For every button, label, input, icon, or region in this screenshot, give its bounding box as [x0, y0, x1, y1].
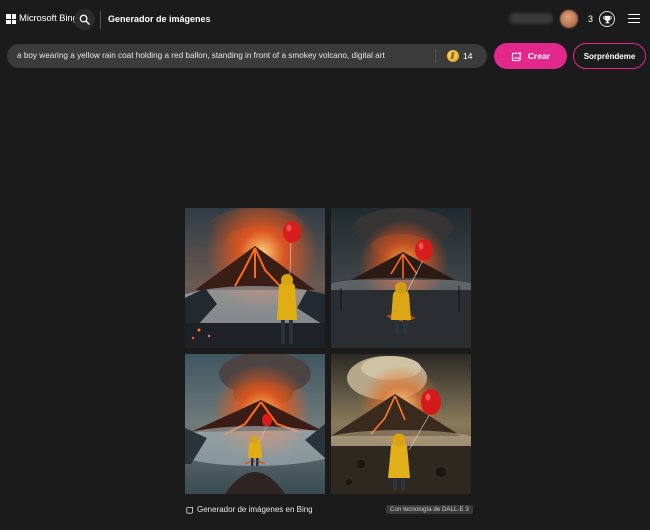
boost-coin-icon: [447, 50, 459, 62]
image-creator-icon: [186, 505, 194, 514]
prompt-text[interactable]: a boy wearing a yellow rain coat holding…: [17, 51, 385, 60]
profile-name[interactable]: [509, 13, 553, 24]
sparkle-image-icon: [511, 50, 522, 61]
gallery-caption-text: Generador de imágenes en Bing: [197, 505, 313, 514]
hamburger-menu-icon[interactable]: [628, 14, 640, 24]
prompt-input[interactable]: a boy wearing a yellow rain coat holding…: [7, 44, 487, 68]
generated-image-1[interactable]: [185, 208, 325, 348]
generated-image-4[interactable]: [331, 354, 471, 494]
create-button-label: Crear: [527, 51, 551, 61]
top-header: Microsoft Bing Generador de imágenes 3: [0, 0, 650, 40]
boost-divider: [435, 49, 436, 63]
search-icon: [79, 14, 90, 25]
generated-image-2[interactable]: [331, 208, 471, 348]
search-button[interactable]: [74, 9, 95, 30]
page-title: Generador de imágenes: [108, 14, 211, 24]
surprise-button[interactable]: Sorpréndeme: [573, 43, 646, 69]
generated-image-3[interactable]: [185, 354, 325, 494]
surprise-button-label: Sorpréndeme: [583, 51, 636, 61]
rewards-count[interactable]: 3: [588, 14, 593, 24]
dalle-badge: Con tecnología de DALL·E 3: [386, 505, 473, 514]
gallery-caption: Generador de imágenes en Bing: [186, 505, 313, 514]
create-button[interactable]: Crear: [494, 43, 567, 69]
header-divider: [100, 11, 101, 29]
rewards-trophy-icon[interactable]: [599, 11, 615, 27]
boost-count: 14: [463, 51, 473, 61]
microsoft-logo-icon[interactable]: [6, 14, 16, 24]
avatar[interactable]: [560, 10, 578, 28]
brand-name[interactable]: Microsoft Bing: [19, 13, 78, 24]
